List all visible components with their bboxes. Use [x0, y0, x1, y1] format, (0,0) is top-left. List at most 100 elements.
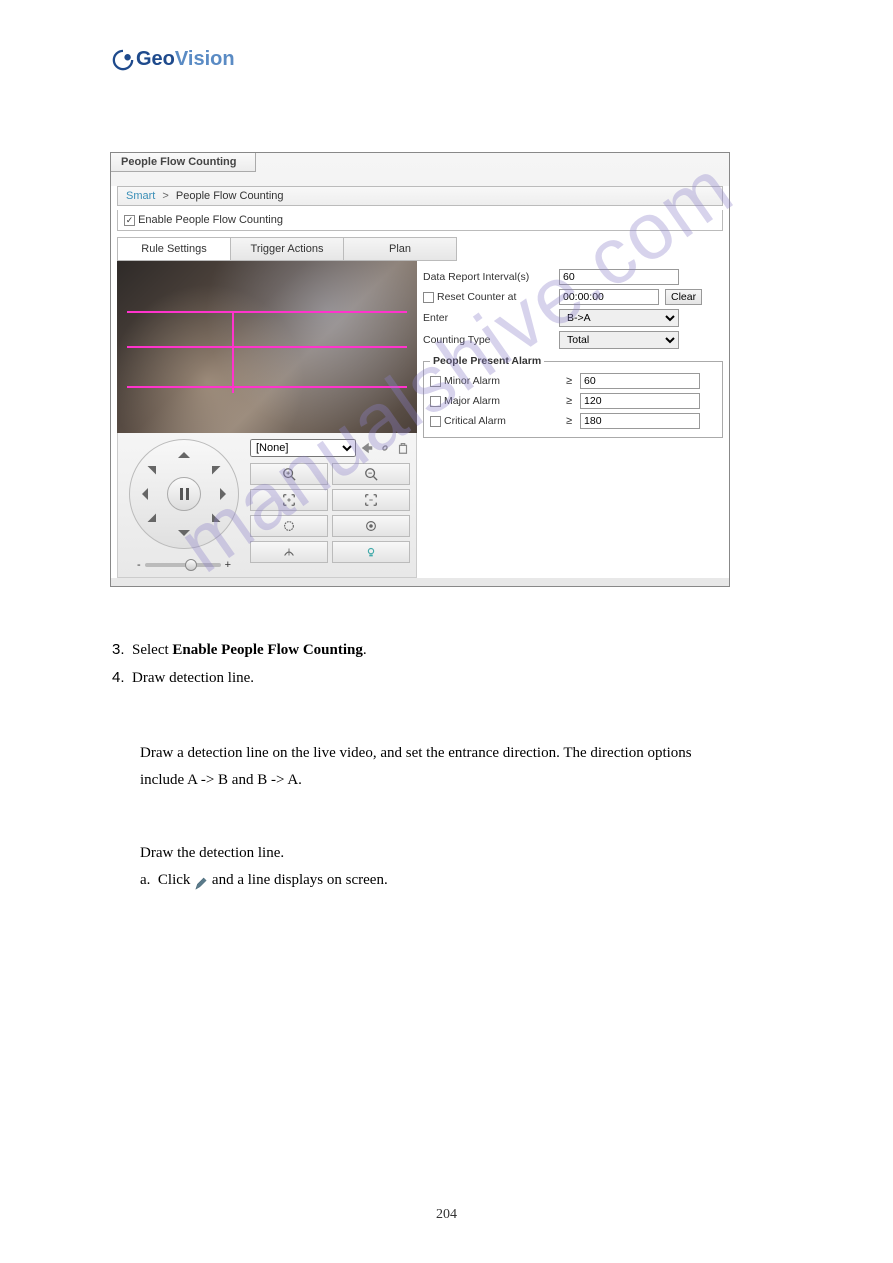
- ptz-speed-slider[interactable]: [145, 563, 221, 567]
- logo-mark-icon: [112, 49, 134, 71]
- enable-checkbox[interactable]: [124, 215, 135, 226]
- critical-label-wrap: Critical Alarm: [430, 415, 560, 427]
- major-checkbox[interactable]: [430, 396, 441, 407]
- minor-checkbox[interactable]: [430, 376, 441, 387]
- iris-open-button[interactable]: [250, 515, 328, 537]
- tab-trigger-actions[interactable]: Trigger Actions: [231, 238, 344, 260]
- ptz-upright-icon[interactable]: [204, 458, 221, 475]
- enable-label: Enable People Flow Counting: [138, 214, 283, 226]
- critical-checkbox[interactable]: [430, 416, 441, 427]
- step-text: Draw detection line.: [132, 670, 254, 686]
- settings-column: Data Report Interval(s) Reset Counter at…: [423, 261, 723, 578]
- ptz-control-panel: - + [None]: [117, 433, 417, 578]
- ptz-pause-button[interactable]: [167, 477, 201, 511]
- goto-preset-icon[interactable]: [360, 441, 374, 455]
- tab-rule-settings[interactable]: Rule Settings: [118, 238, 231, 260]
- row-data-interval: Data Report Interval(s): [423, 269, 723, 285]
- breadcrumb-current: People Flow Counting: [176, 190, 284, 202]
- minor-input[interactable]: [580, 373, 700, 389]
- focus-far-button[interactable]: [332, 489, 410, 511]
- ptz-down-icon[interactable]: [178, 530, 190, 542]
- detail-text: Draw a detection line on the live video,…: [140, 745, 692, 788]
- reset-checkbox[interactable]: [423, 292, 434, 303]
- preset-row: [None]: [250, 439, 410, 457]
- interval-input[interactable]: [559, 269, 679, 285]
- alarm-legend: People Present Alarm: [430, 355, 544, 367]
- breadcrumb-link-smart[interactable]: Smart: [126, 190, 155, 202]
- ptz-wheel: [129, 439, 239, 549]
- step-text: Select: [132, 642, 172, 658]
- row-counting-type: Counting Type Total: [423, 331, 723, 349]
- delete-preset-icon[interactable]: [396, 441, 410, 455]
- substep-intro: Draw the detection line.: [140, 845, 284, 861]
- row-critical-alarm: Critical Alarm ≥: [430, 413, 716, 429]
- clear-button[interactable]: Clear: [665, 289, 702, 305]
- critical-input[interactable]: [580, 413, 700, 429]
- ptz-right-icon[interactable]: [220, 488, 232, 500]
- step-number: 4.: [112, 669, 125, 686]
- focus-near-button[interactable]: [250, 489, 328, 511]
- slider-plus[interactable]: +: [225, 559, 231, 571]
- window-body: Smart > People Flow Counting Enable Peop…: [111, 186, 729, 578]
- light-button[interactable]: [332, 541, 410, 563]
- row-enter: Enter B->A: [423, 309, 723, 327]
- preset-select[interactable]: [None]: [250, 439, 356, 457]
- major-input[interactable]: [580, 393, 700, 409]
- reset-label-wrap: Reset Counter at: [423, 291, 553, 303]
- ge-symbol: ≥: [566, 395, 572, 407]
- ptz-left-icon[interactable]: [136, 488, 148, 500]
- ptz-downleft-icon[interactable]: [148, 514, 165, 531]
- ptz-button-grid: [250, 463, 410, 563]
- window-tab[interactable]: People Flow Counting: [111, 153, 256, 172]
- brand-logo: GeoVision: [112, 48, 235, 71]
- row-reset-counter: Reset Counter at Clear: [423, 289, 723, 305]
- video-preview[interactable]: [117, 261, 417, 433]
- link-preset-icon[interactable]: [378, 441, 392, 455]
- substep-letter: a.: [140, 872, 150, 888]
- ptz-up-icon[interactable]: [178, 446, 190, 458]
- logo-text-b: Vision: [175, 48, 235, 70]
- logo-text-a: Geo: [136, 48, 175, 70]
- reset-time-input[interactable]: [559, 289, 659, 305]
- substep-text-a: Click: [158, 872, 194, 888]
- zoom-in-button[interactable]: [250, 463, 328, 485]
- major-label-wrap: Major Alarm: [430, 395, 560, 407]
- people-present-alarm-group: People Present Alarm Minor Alarm ≥ Major…: [423, 355, 723, 438]
- counting-label: Counting Type: [423, 334, 553, 346]
- content-row: - + [None]: [117, 261, 723, 578]
- step-bold: Enable People Flow Counting: [172, 642, 362, 658]
- slider-thumb-icon[interactable]: [185, 559, 197, 571]
- pencil-icon: [194, 874, 208, 888]
- wiper-button[interactable]: [250, 541, 328, 563]
- detection-line-vertical: [232, 311, 234, 393]
- enter-select[interactable]: B->A: [559, 309, 679, 327]
- tab-plan[interactable]: Plan: [344, 238, 456, 260]
- step-4-detail: Draw a detection line on the live video,…: [112, 740, 732, 794]
- ptz-downright-icon[interactable]: [204, 514, 221, 531]
- zoom-out-button[interactable]: [332, 463, 410, 485]
- row-minor-alarm: Minor Alarm ≥: [430, 373, 716, 389]
- minor-label: Minor Alarm: [444, 375, 500, 387]
- app-window: People Flow Counting Smart > People Flow…: [110, 152, 730, 587]
- slider-minus[interactable]: -: [137, 559, 141, 571]
- logo-text: GeoVision: [136, 48, 235, 71]
- ptz-button-column: [None]: [250, 439, 410, 571]
- step-number: 3.: [112, 641, 125, 658]
- enable-row: Enable People Flow Counting: [117, 210, 723, 231]
- ge-symbol: ≥: [566, 375, 572, 387]
- counting-select[interactable]: Total: [559, 331, 679, 349]
- breadcrumb-sep: >: [162, 190, 168, 202]
- critical-label: Critical Alarm: [444, 415, 506, 427]
- iris-close-button[interactable]: [332, 515, 410, 537]
- ptz-upleft-icon[interactable]: [148, 458, 165, 475]
- ptz-wheel-wrap: - +: [124, 439, 244, 571]
- breadcrumb: Smart > People Flow Counting: [117, 186, 723, 206]
- ge-symbol: ≥: [566, 415, 572, 427]
- pause-bar-icon: [180, 488, 183, 500]
- ptz-speed-slider-row: - +: [124, 559, 244, 571]
- step-3: 3. Select Enable People Flow Counting. 4…: [112, 636, 732, 692]
- enter-label: Enter: [423, 312, 553, 324]
- left-column: - + [None]: [117, 261, 417, 578]
- minor-label-wrap: Minor Alarm: [430, 375, 560, 387]
- sub-tabs: Rule Settings Trigger Actions Plan: [117, 237, 457, 261]
